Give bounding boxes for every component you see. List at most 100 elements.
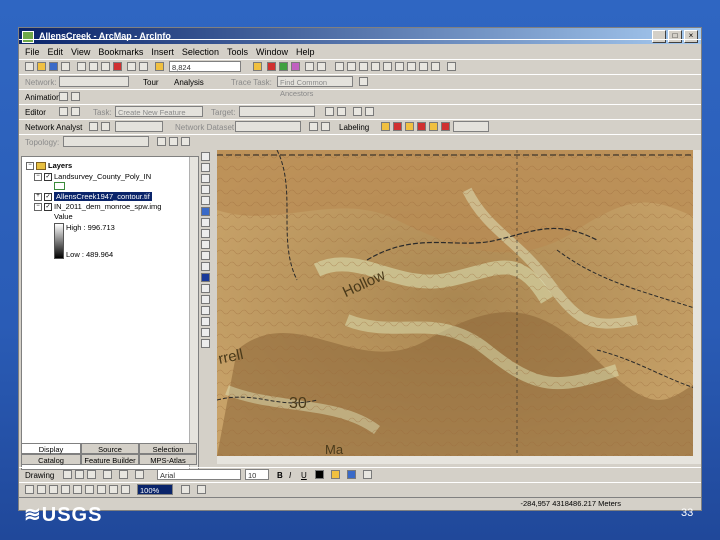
delete-icon[interactable]	[113, 62, 122, 71]
model-builder-icon[interactable]	[305, 62, 314, 71]
go-to-xy-icon[interactable]	[201, 317, 210, 326]
full-extent-icon[interactable]	[201, 207, 210, 216]
layout-pan-icon[interactable]	[49, 485, 58, 494]
layout-zoom-in-icon[interactable]	[25, 485, 34, 494]
analysis-menu[interactable]: Analysis	[174, 77, 204, 88]
menu-window[interactable]: Window	[256, 45, 288, 59]
select-elements-icon[interactable]	[63, 470, 72, 479]
layout-pan-icon[interactable]	[359, 62, 368, 71]
find-icon[interactable]	[201, 284, 210, 293]
undo-icon[interactable]	[127, 62, 136, 71]
print-icon[interactable]	[61, 62, 70, 71]
next-extent-icon[interactable]	[121, 485, 130, 494]
add-data-icon[interactable]	[155, 62, 164, 71]
layer-allenscreek[interactable]: + ✓ AllensCreek1947_contour.tif	[34, 192, 152, 202]
menu-edit[interactable]: Edit	[48, 45, 64, 59]
map-scale-field[interactable]: 8,824	[169, 61, 241, 72]
select-features-icon[interactable]	[201, 240, 210, 249]
tab-source[interactable]: Source	[81, 443, 139, 454]
attributes-icon[interactable]	[353, 107, 362, 116]
layout-view-icon[interactable]	[447, 62, 456, 71]
solve-icon[interactable]	[359, 77, 368, 86]
text-icon[interactable]	[119, 470, 128, 479]
zoom-percent-field[interactable]: 100%	[137, 484, 173, 495]
close-button[interactable]: ×	[684, 30, 698, 43]
layout-page-icon[interactable]	[383, 62, 392, 71]
visibility-checkbox[interactable]: ✓	[44, 193, 52, 202]
bold-button[interactable]: B	[277, 470, 283, 481]
fixed-zoom-out-layout-icon[interactable]	[97, 485, 106, 494]
measure-icon[interactable]	[201, 295, 210, 304]
toc-scrollbar[interactable]	[189, 157, 198, 469]
layout-fixed-zoom-icon[interactable]	[431, 62, 440, 71]
layout-zoom-out-icon[interactable]	[37, 485, 46, 494]
layout-back-icon[interactable]	[395, 62, 404, 71]
layout-extent-icon[interactable]	[371, 62, 380, 71]
network-analyst-menu[interactable]: Network Analyst	[25, 122, 82, 133]
network-analysis-dropdown[interactable]	[115, 121, 163, 132]
collapse-icon[interactable]: −	[34, 203, 42, 212]
line-color-icon[interactable]	[347, 470, 356, 479]
hyperlink-icon[interactable]	[201, 306, 210, 315]
menu-selection[interactable]: Selection	[182, 45, 219, 59]
rotate-icon[interactable]	[75, 470, 84, 479]
menu-file[interactable]: File	[25, 45, 40, 59]
select-elements-icon[interactable]	[201, 262, 210, 271]
edit-vertices-icon[interactable]	[135, 470, 144, 479]
topology-errors-icon[interactable]	[181, 137, 190, 146]
cut-icon[interactable]	[77, 62, 86, 71]
trace-task-dropdown[interactable]: Find Common Ancestors	[277, 76, 353, 98]
zoom-100-icon[interactable]	[73, 485, 82, 494]
zoom-to-selected-icon[interactable]	[87, 470, 96, 479]
font-size-dropdown[interactable]: 10	[245, 469, 269, 480]
focus-data-frame-icon[interactable]	[197, 485, 206, 494]
back-extent-icon[interactable]	[201, 218, 210, 227]
paste-icon[interactable]	[101, 62, 110, 71]
menu-view[interactable]: View	[71, 45, 90, 59]
target-dropdown[interactable]	[239, 106, 315, 117]
tab-catalog[interactable]: Catalog	[21, 454, 81, 465]
previous-extent-icon[interactable]	[109, 485, 118, 494]
menu-help[interactable]: Help	[296, 45, 315, 59]
redo-icon[interactable]	[139, 62, 148, 71]
python-icon[interactable]	[317, 62, 326, 71]
animation-menu[interactable]: Animation	[25, 92, 61, 103]
layout-zoom-100-icon[interactable]	[419, 62, 428, 71]
pause-labeling-icon[interactable]	[429, 122, 438, 131]
zoom-out-icon[interactable]	[201, 163, 210, 172]
visibility-checkbox[interactable]: ✓	[44, 173, 52, 182]
fixed-zoom-in-icon[interactable]	[201, 174, 210, 183]
menu-bookmarks[interactable]: Bookmarks	[98, 45, 143, 59]
font-dropdown[interactable]: Arial	[157, 469, 241, 480]
arctoolbox-icon[interactable]	[267, 62, 276, 71]
new-document-icon[interactable]	[25, 62, 34, 71]
new-route-icon[interactable]	[89, 122, 98, 131]
create-viewer-icon[interactable]	[201, 339, 210, 348]
create-location-icon[interactable]	[101, 122, 110, 131]
tab-mps-atlas[interactable]: MPS-Atlas	[139, 454, 197, 465]
animation-controls-icon[interactable]	[59, 92, 68, 101]
zoom-in-icon[interactable]	[201, 152, 210, 161]
tab-selection[interactable]: Selection	[139, 443, 197, 454]
topology-validate-icon[interactable]	[169, 137, 178, 146]
sketch-properties-icon[interactable]	[365, 107, 374, 116]
label-weight-icon[interactable]	[405, 122, 414, 131]
rotate-tool-icon[interactable]	[337, 107, 346, 116]
minimize-button[interactable]: _	[652, 30, 666, 43]
maximize-button[interactable]: □	[668, 30, 682, 43]
topology-edit-icon[interactable]	[157, 137, 166, 146]
edit-tool-icon[interactable]	[59, 107, 68, 116]
network-dropdown[interactable]	[59, 76, 129, 87]
layer-landsurvey[interactable]: − ✓ Landsurvey_County_Poly_IN	[34, 172, 151, 182]
marker-color-icon[interactable]	[363, 470, 372, 479]
open-folder-icon[interactable]	[37, 62, 46, 71]
search-window-icon[interactable]	[291, 62, 300, 71]
collapse-icon[interactable]: −	[34, 173, 42, 182]
collapse-icon[interactable]: −	[26, 162, 34, 171]
time-slider-icon[interactable]	[201, 328, 210, 337]
map-vertical-scrollbar[interactable]	[693, 150, 701, 456]
font-color-icon[interactable]	[315, 470, 324, 479]
identify-icon[interactable]	[201, 273, 210, 282]
menu-insert[interactable]: Insert	[151, 45, 174, 59]
editor-menu[interactable]: Editor	[25, 107, 46, 118]
